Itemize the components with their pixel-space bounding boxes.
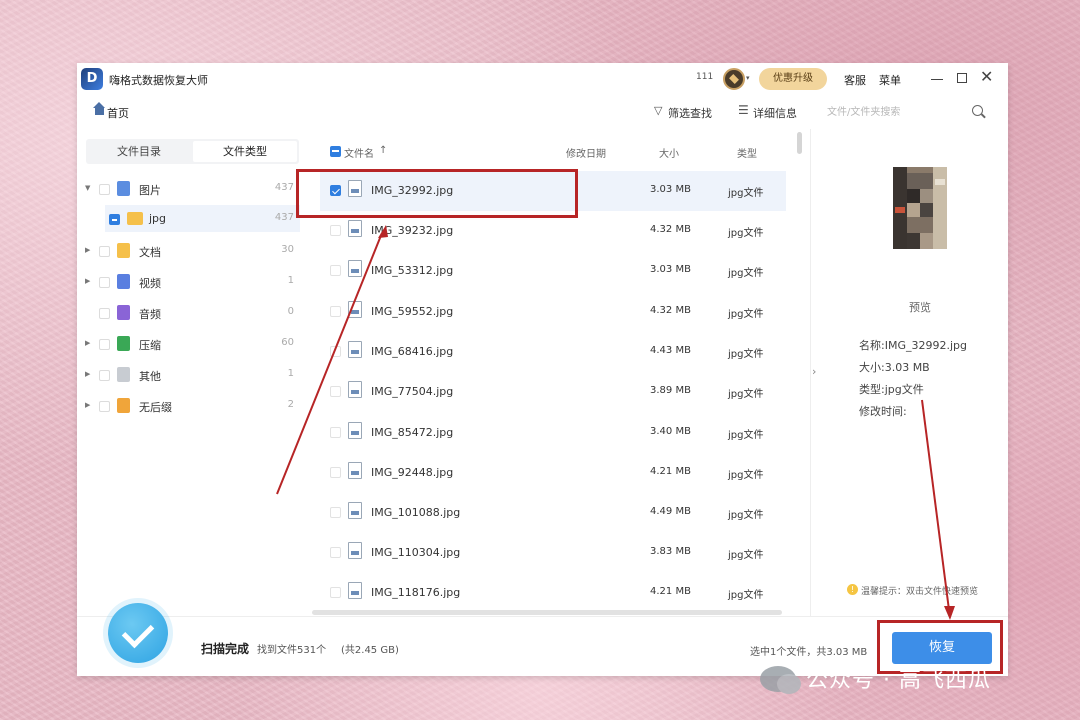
wechat-logo-icon (760, 666, 801, 694)
annotation-arrow-up (276, 232, 383, 495)
watermark: 公众号 · 高飞西瓜 (806, 668, 991, 693)
annotation-arrow-down (921, 399, 950, 611)
arrowhead-icon (378, 225, 388, 238)
arrowhead-icon (944, 606, 955, 620)
annotation-arrows (276, 225, 955, 620)
